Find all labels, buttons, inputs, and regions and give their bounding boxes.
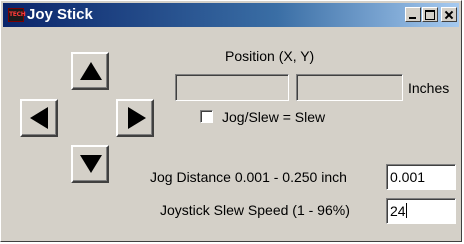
title-bar[interactable]: TECH Joy Stick (3, 3, 459, 27)
jog-distance-input[interactable]: 0.001 (386, 164, 456, 190)
jog-distance-value: 0.001 (390, 169, 426, 185)
jog-slew-label[interactable]: Jog/Slew = Slew (222, 109, 325, 125)
maximize-button[interactable] (422, 7, 438, 22)
slew-speed-label: Joystick Slew Speed (1 - 96%) (160, 202, 350, 218)
close-button[interactable] (441, 7, 457, 22)
slew-speed-value: 24 (390, 203, 406, 219)
app-icon-text: TECH (9, 11, 26, 18)
position-y-field (296, 74, 403, 101)
position-label: Position (X, Y) (225, 48, 315, 64)
arrow-right-icon (128, 107, 146, 129)
window-title: Joy Stick (27, 6, 93, 23)
jog-distance-label: Jog Distance 0.001 - 0.250 inch (150, 169, 347, 185)
app-icon[interactable]: TECH (8, 8, 26, 22)
arrow-up-icon (80, 62, 102, 80)
joystick-window: TECH Joy Stick Position (X, Y) Inches Jo… (0, 0, 462, 242)
jog-up-button[interactable] (71, 52, 109, 90)
jog-slew-checkbox[interactable] (200, 110, 213, 123)
arrow-left-icon (30, 107, 48, 129)
slew-speed-input[interactable]: 24 (386, 198, 456, 224)
position-unit-label: Inches (408, 80, 450, 96)
jog-left-button[interactable] (20, 99, 58, 137)
jog-down-button[interactable] (71, 145, 109, 183)
arrow-down-icon (80, 155, 102, 173)
minimize-button[interactable] (405, 7, 421, 22)
position-x-field (175, 74, 289, 101)
jog-right-button[interactable] (116, 99, 154, 137)
text-caret (405, 203, 407, 218)
